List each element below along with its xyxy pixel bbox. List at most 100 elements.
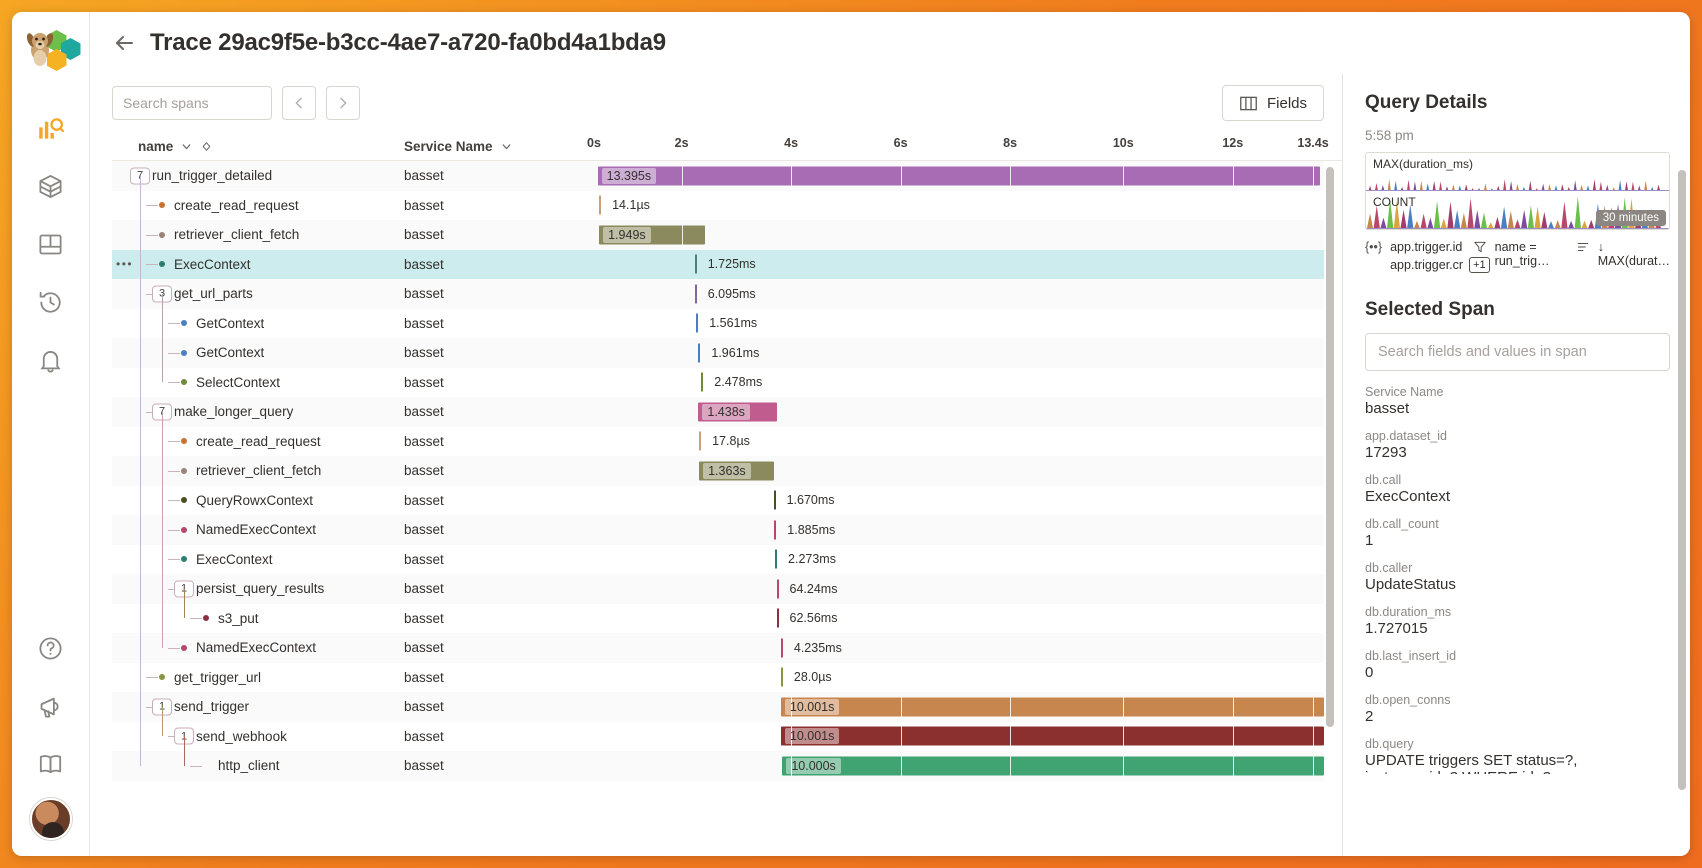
search-spans-input[interactable]	[112, 86, 272, 120]
details-scrollbar-thumb[interactable]	[1678, 170, 1686, 790]
span-field-value[interactable]: basset	[1365, 400, 1670, 417]
previous-match-button[interactable]	[282, 86, 316, 120]
table-row[interactable]: •••NamedExecContextbasset 4.235ms	[112, 633, 1324, 663]
column-header-name[interactable]: name	[112, 139, 404, 154]
tree-connector	[168, 352, 180, 354]
sidebar-item-announcements[interactable]	[27, 682, 75, 730]
table-row[interactable]: •••1send_webhookbasset 10.001s	[112, 722, 1324, 752]
rows-scrollbar-track[interactable]	[1326, 161, 1338, 856]
service-name-cell: basset	[404, 374, 444, 390]
table-row[interactable]: •••7run_trigger_detailedbasset 13.395s	[112, 161, 1324, 191]
rows-scrollbar-thumb[interactable]	[1326, 167, 1334, 727]
service-name-cell: basset	[404, 581, 444, 597]
duration-bar[interactable]	[597, 166, 1321, 186]
table-row[interactable]: •••create_read_requestbasset 14.1µs	[112, 191, 1324, 221]
sidebar-item-query[interactable]	[27, 104, 75, 152]
span-name-cell: •••7run_trigger_detailed	[112, 161, 404, 191]
span-duration-cell: 1.725ms	[594, 250, 1324, 280]
chevron-down-icon[interactable]	[500, 140, 513, 153]
span-field-value[interactable]: 0	[1365, 664, 1670, 681]
table-row[interactable]: •••retriever_client_fetchbasset 1.949s	[112, 220, 1324, 250]
next-match-button[interactable]	[326, 86, 360, 120]
sidebar-item-boards[interactable]	[27, 220, 75, 268]
filter-expression[interactable]: name = run_trig…	[1495, 240, 1560, 268]
duration-tick	[694, 284, 697, 304]
service-name-cell: basset	[404, 256, 444, 272]
span-field-value[interactable]: 1	[1365, 532, 1670, 549]
table-row[interactable]: •••1send_triggerbasset 10.001s	[112, 692, 1324, 722]
user-avatar[interactable]	[29, 798, 72, 840]
tree-connector	[146, 205, 158, 207]
span-field-key: db.last_insert_id	[1365, 649, 1457, 663]
timeline-tick-label: 10s	[1112, 136, 1134, 150]
service-name-cell: basset	[404, 728, 444, 744]
duration-label: 1.885ms	[787, 522, 836, 537]
span-name-cell: •••NamedExecContext	[112, 633, 404, 663]
span-field-value[interactable]: UPDATE triggers SET status=?, instance_i…	[1365, 752, 1670, 774]
sort-ascending-icon[interactable]	[200, 140, 213, 153]
sidebar-item-history[interactable]	[27, 278, 75, 326]
span-duration-cell: 64.24ms	[594, 574, 1324, 604]
table-row[interactable]: •••ExecContextbasset 2.273ms	[112, 545, 1324, 575]
duration-bar[interactable]	[780, 697, 1324, 717]
sidebar-item-alerts[interactable]	[27, 336, 75, 384]
bar-gridline	[791, 166, 793, 186]
columns-fields-icon	[1240, 96, 1257, 110]
sidebar-item-docs[interactable]	[27, 740, 75, 788]
table-row[interactable]: •••QueryRowxContextbasset 1.670ms	[112, 486, 1324, 516]
table-row[interactable]: •••7make_longer_querybasset 1.438s	[112, 397, 1324, 427]
order-by-expression[interactable]: ↓ MAX(durat…	[1598, 240, 1670, 268]
duration-tick	[698, 343, 701, 363]
chevron-down-icon[interactable]	[180, 140, 193, 153]
tree-connector	[190, 618, 202, 620]
group-by-more-chip[interactable]: +1	[1469, 257, 1490, 273]
timeline-tick-label: 13.4s	[1297, 136, 1329, 150]
span-field-value[interactable]: 1.727015	[1365, 620, 1670, 637]
group-by-item[interactable]: app.trigger.id	[1390, 240, 1462, 254]
span-name-label: SelectContext	[196, 374, 281, 390]
service-name-cell: basset	[404, 227, 444, 243]
span-field-value[interactable]: ExecContext	[1365, 488, 1670, 505]
span-fields-search-input[interactable]	[1365, 333, 1670, 371]
sparkline-axis-top	[1366, 190, 1669, 191]
sidebar-item-datasets[interactable]	[27, 162, 75, 210]
row-actions-menu-icon[interactable]: •••	[116, 257, 133, 271]
sparkline-spike	[1400, 209, 1407, 229]
duration-label: 13.395s	[601, 167, 657, 184]
query-sparkline-chart[interactable]: MAX(duration_ms) COUNT 30 minutes	[1365, 152, 1670, 230]
bar-gridline	[1010, 726, 1012, 746]
basset-logo[interactable]	[23, 24, 81, 80]
query-details-timestamp: 5:58 pm	[1365, 128, 1414, 143]
group-by-item[interactable]: app.trigger.cr +1	[1390, 257, 1490, 273]
duration-label: 6.095ms	[707, 286, 756, 301]
fields-button[interactable]: Fields	[1221, 85, 1324, 121]
table-row[interactable]: •••NamedExecContextbasset 1.885ms	[112, 515, 1324, 545]
table-row[interactable]: •••1persist_query_resultsbasset 64.24ms	[112, 574, 1324, 604]
table-row[interactable]: •••GetContextbasset 1.561ms	[112, 309, 1324, 339]
table-row[interactable]: •••create_read_requestbasset 17.8µs	[112, 427, 1324, 457]
table-row[interactable]: •••get_trigger_urlbasset 28.0µs	[112, 663, 1324, 693]
table-row[interactable]: •••retriever_client_fetchbasset 1.363s	[112, 456, 1324, 486]
table-row[interactable]: •••GetContextbasset 1.961ms	[112, 338, 1324, 368]
table-row[interactable]: •••s3_putbasset 62.56ms	[112, 604, 1324, 634]
table-row[interactable]: •••http_clientbasset 10.000s	[112, 751, 1324, 781]
span-field-value[interactable]: 2	[1365, 708, 1670, 725]
service-name-cell: basset	[404, 404, 444, 420]
table-row[interactable]: •••SelectContextbasset 2.478ms	[112, 368, 1324, 398]
duration-bar[interactable]	[782, 756, 1324, 776]
span-duration-cell: 6.095ms	[594, 279, 1324, 309]
service-name-cell: basset	[404, 492, 444, 508]
sparkline-spike	[1433, 201, 1441, 229]
sidebar-item-help[interactable]	[27, 624, 75, 672]
table-row[interactable]: ••• ExecContext basset 1.725ms	[112, 249, 1324, 280]
span-field-value[interactable]: 17293	[1365, 444, 1670, 461]
book-docs-icon	[39, 754, 62, 773]
span-field-value[interactable]: UpdateStatus	[1365, 576, 1670, 593]
column-header-service[interactable]: Service Name	[404, 139, 594, 154]
duration-bar[interactable]	[780, 726, 1324, 746]
back-button[interactable]	[112, 31, 136, 55]
table-row[interactable]: •••3get_url_partsbasset 6.095ms	[112, 279, 1324, 309]
span-duration-cell: 1.961ms	[594, 338, 1324, 368]
duration-tick	[773, 490, 776, 510]
span-name-label: NamedExecContext	[196, 522, 317, 538]
